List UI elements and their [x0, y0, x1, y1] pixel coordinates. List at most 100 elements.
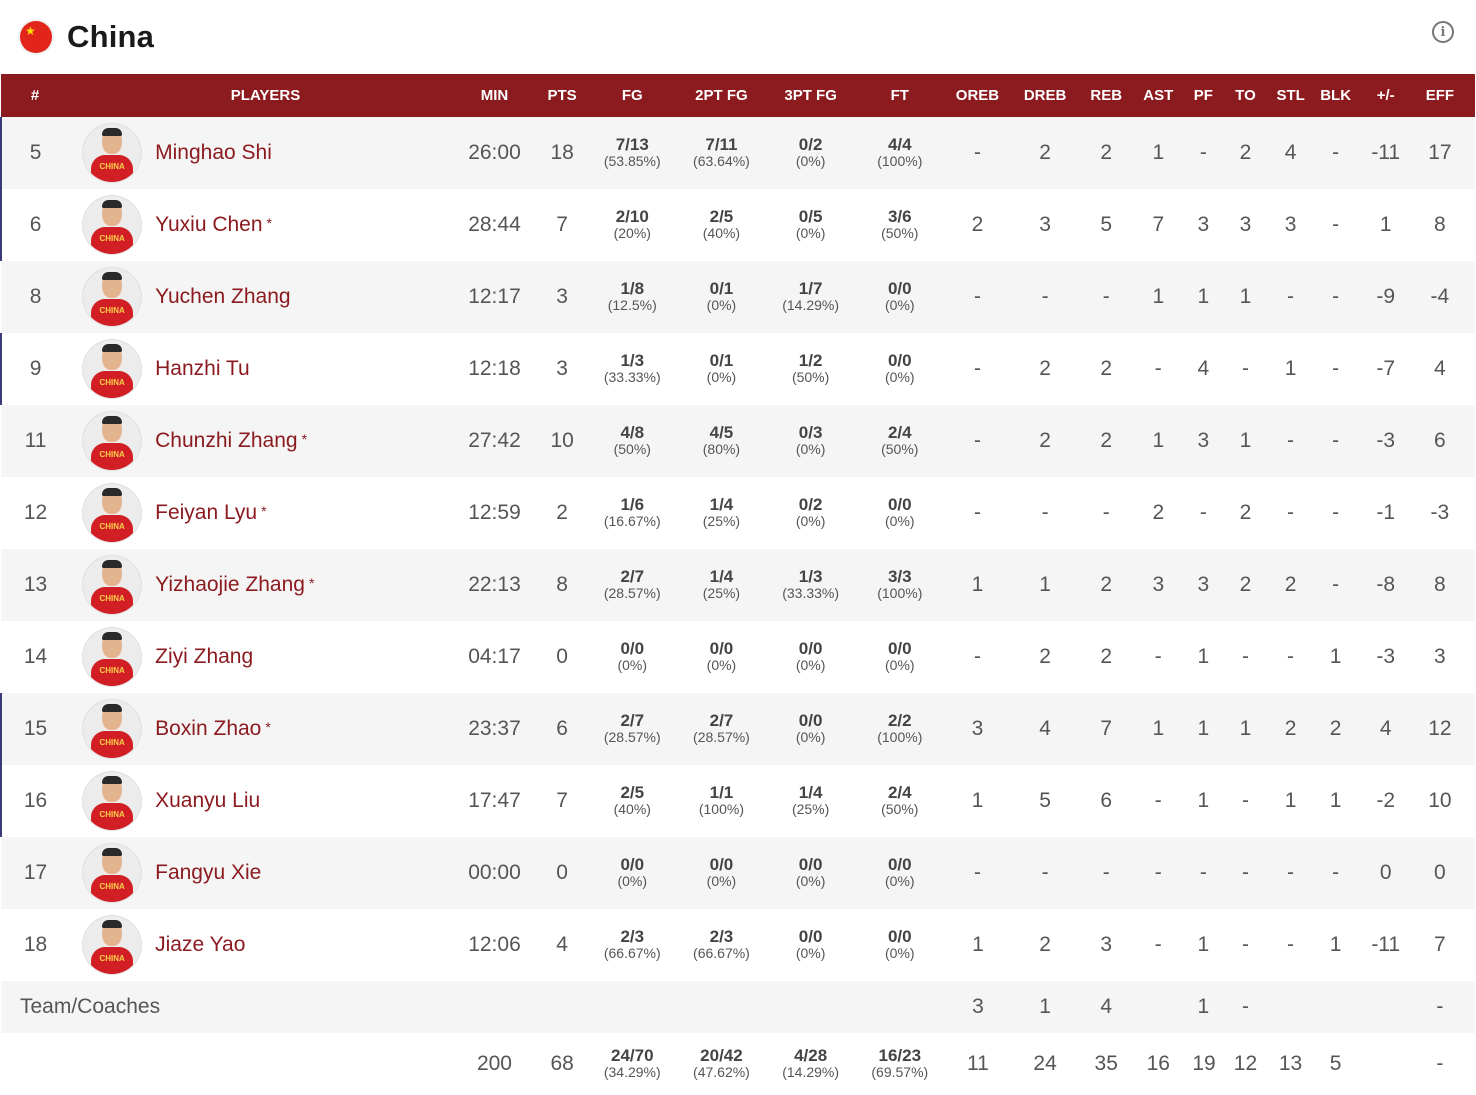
fg-made: 0/0: [620, 639, 645, 658]
col-header-num[interactable]: #: [1, 74, 69, 117]
fg2-cell: 2/7 (28.57%): [667, 693, 775, 765]
table-row[interactable]: 12 CHINA Feiyan Lyu * 12:59 2 1/6 (16.67%) 1/4 (2…: [1, 477, 1475, 549]
min-cell: 12:18: [462, 333, 527, 405]
col-header-eff[interactable]: EFF: [1405, 74, 1475, 117]
col-header-pm[interactable]: +/-: [1367, 74, 1405, 117]
table-row[interactable]: 8 CHINA Yuchen Zhang 12:17 3 1/8 (12.5%) 0/1 (0%…: [1, 261, 1475, 333]
player-name-link[interactable]: Minghao Shi: [155, 141, 272, 165]
fg2-pct: (0%): [706, 873, 737, 889]
col-header-pts[interactable]: PTS: [527, 74, 597, 117]
player-name-link[interactable]: Hanzhi Tu: [155, 357, 250, 381]
col-header-blk[interactable]: BLK: [1305, 74, 1367, 117]
stl-cell: -: [1277, 477, 1305, 549]
player-avatar[interactable]: CHINA: [83, 700, 142, 758]
to-cell: 1: [1214, 261, 1276, 333]
col-header-stl[interactable]: STL: [1277, 74, 1305, 117]
reb: 2: [1100, 645, 1113, 668]
stl-cell: 2: [1277, 693, 1305, 765]
player-name-link[interactable]: Jiaze Yao: [155, 933, 245, 957]
table-row[interactable]: 14 CHINA Ziyi Zhang 04:17 0 0/0 (0%) 0/0 (0%) 0/0…: [1, 621, 1475, 693]
reb-cell: 2: [1088, 117, 1124, 189]
eff: -3: [1430, 501, 1450, 524]
total-points: 68: [550, 1052, 574, 1075]
to-cell: 1: [1214, 405, 1276, 477]
jersey-text: CHINA: [99, 450, 125, 459]
col-header-fg3[interactable]: 3PT FG: [776, 74, 846, 117]
player-name-link[interactable]: Yuxiu Chen: [155, 213, 262, 237]
player-name-link[interactable]: Boxin Zhao: [155, 717, 261, 741]
col-header-min[interactable]: MIN: [462, 74, 527, 117]
reb: 5: [1100, 213, 1113, 236]
ft-cell: 3/6 (50%): [846, 189, 954, 261]
col-header-dreb[interactable]: DREB: [1002, 74, 1088, 117]
fg3-cell: 1/4 (25%): [776, 765, 846, 837]
col-header-fg2[interactable]: 2PT FG: [667, 74, 775, 117]
player-avatar[interactable]: CHINA: [83, 484, 142, 542]
fg-made: 2/7: [620, 711, 645, 730]
table-row[interactable]: 16 CHINA Xuanyu Liu 17:47 7 2/5 (40%) 1/1 (100%)…: [0, 765, 1475, 837]
player-name-link[interactable]: Ziyi Zhang: [155, 645, 253, 669]
table-row[interactable]: 6 CHINA Yuxiu Chen * 28:44 7 2/10 (20%) 2/5 (40%)…: [0, 189, 1475, 261]
info-icon[interactable]: i: [1432, 21, 1454, 43]
col-header-ast[interactable]: AST: [1124, 74, 1192, 117]
fg2-shot: 0/1 (0%): [667, 280, 775, 314]
player-name-link[interactable]: Yizhaojie Zhang: [155, 573, 305, 597]
dreb: 2: [1039, 645, 1051, 668]
player-avatar[interactable]: CHINA: [83, 844, 142, 902]
fg-pct: (28.57%): [603, 729, 661, 745]
pf-cell: 1: [1192, 693, 1214, 765]
player-avatar[interactable]: CHINA: [83, 628, 142, 686]
ft-cell: 0/0 (0%): [846, 837, 954, 909]
jersey-number-cell: 15: [0, 693, 70, 765]
col-header-reb[interactable]: REB: [1088, 74, 1124, 117]
player-avatar[interactable]: CHINA: [83, 412, 142, 470]
ft-cell: 4/4 (100%): [846, 117, 954, 189]
dreb-cell: -: [1002, 477, 1088, 549]
table-row[interactable]: 18 CHINA Jiaze Yao 12:06 4 2/3 (66.67%) 2/3 (66.…: [1, 909, 1475, 981]
stl: 4: [1284, 141, 1297, 164]
player-avatar[interactable]: CHINA: [83, 556, 142, 614]
minutes: 00:00: [468, 861, 521, 884]
player-name-link[interactable]: Chunzhi Zhang: [155, 429, 297, 453]
pf: 1: [1197, 995, 1210, 1018]
pm: -8: [1376, 573, 1396, 596]
player-name-link[interactable]: Xuanyu Liu: [155, 789, 260, 813]
player-avatar[interactable]: CHINA: [83, 916, 142, 974]
col-header-oreb[interactable]: OREB: [954, 74, 1002, 117]
table-header-row: # PLAYERS MIN PTS FG 2PT FG 3PT FG FT OREB DREB RE…: [1, 74, 1475, 117]
fg2-shot: 1/4 (25%): [667, 568, 775, 602]
table-row[interactable]: 13 CHINA Yizhaojie Zhang * 22:13 8 2/7 (28.57%)…: [1, 549, 1475, 621]
player-avatar[interactable]: CHINA: [83, 196, 142, 254]
fg-cell: 1/6 (16.67%): [597, 477, 667, 549]
fg3-pct: (14.29%): [782, 1064, 840, 1080]
jersey-text: CHINA: [99, 234, 125, 243]
table-row[interactable]: 15 CHINA Boxin Zhao * 23:37 6 2/7 (28.57%) 2/7 (2…: [0, 693, 1475, 765]
pts-cell: 0: [527, 837, 597, 909]
table-row[interactable]: 9 CHINA Hanzhi Tu 12:18 3 1/3 (33.33%) 0/1 (0%) 1…: [0, 333, 1475, 405]
player-avatar[interactable]: CHINA: [83, 124, 142, 182]
player-name-link[interactable]: Yuchen Zhang: [155, 285, 290, 309]
fg2-made: 4/5: [709, 423, 734, 442]
eff-cell: 10: [1405, 765, 1475, 837]
ft-pct: (0%): [885, 945, 915, 961]
table-row[interactable]: 11 CHINA Chunzhi Zhang * 27:42 10 4/8 (50%) 4/5(…: [1, 405, 1475, 477]
player-avatar[interactable]: CHINA: [83, 340, 142, 398]
table-row[interactable]: 5 CHINA Minghao Shi 26:00 18 7/13 (53.85%) 7/11…: [0, 117, 1475, 189]
player-avatar[interactable]: CHINA: [83, 268, 142, 326]
col-header-fg[interactable]: FG: [597, 74, 667, 117]
col-header-players[interactable]: PLAYERS: [69, 74, 462, 117]
player-avatar[interactable]: CHINA: [83, 772, 142, 830]
fg-pct: (0%): [617, 657, 648, 673]
player-name-link[interactable]: Feiyan Lyu: [155, 501, 257, 525]
col-header-ft[interactable]: FT: [846, 74, 954, 117]
col-header-to[interactable]: TO: [1214, 74, 1276, 117]
minutes: 17:47: [468, 789, 521, 812]
points: 6: [556, 717, 568, 740]
table-row[interactable]: 17 CHINA Fangyu Xie 00:00 0 0/0 (0%) 0/0 (0%) 0/0…: [1, 837, 1475, 909]
stl: -: [1287, 933, 1295, 956]
fg3-made: 0/5: [798, 207, 823, 226]
oreb: 2: [971, 213, 984, 236]
blk: -: [1332, 861, 1340, 884]
player-name-link[interactable]: Fangyu Xie: [155, 861, 261, 885]
col-header-pf[interactable]: PF: [1192, 74, 1214, 117]
